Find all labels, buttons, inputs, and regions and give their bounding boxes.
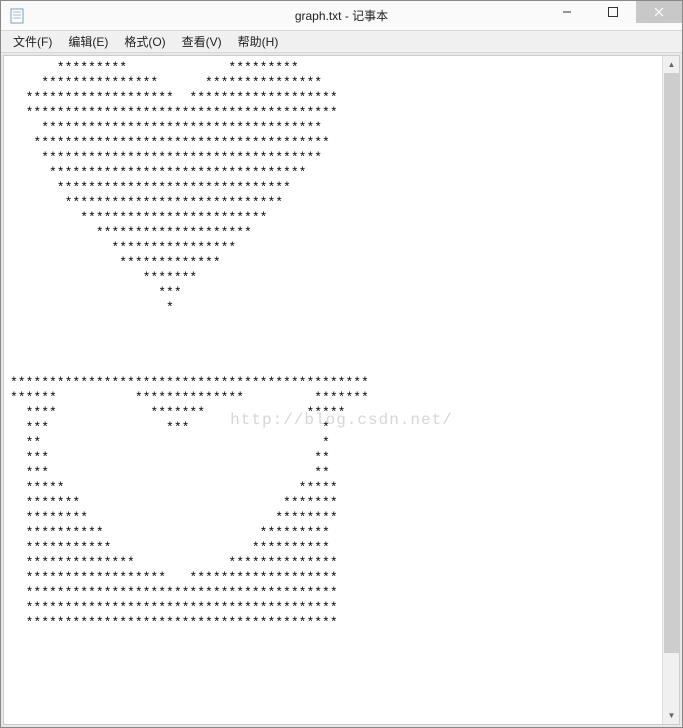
menu-format[interactable]: 格式(O)	[116, 31, 173, 52]
scroll-thumb[interactable]	[664, 73, 679, 653]
minimize-button[interactable]	[544, 1, 590, 23]
menu-edit[interactable]: 编辑(E)	[60, 31, 116, 52]
editor-area: ********* ********* *************** ****…	[3, 55, 680, 725]
scroll-down-icon[interactable]: ▼	[663, 707, 680, 724]
menubar: 文件(F) 编辑(E) 格式(O) 查看(V) 帮助(H)	[1, 31, 682, 53]
scroll-up-icon[interactable]: ▲	[663, 56, 680, 73]
window-controls	[544, 1, 682, 23]
menu-file[interactable]: 文件(F)	[5, 31, 60, 52]
notepad-icon	[9, 8, 25, 24]
menu-help[interactable]: 帮助(H)	[230, 31, 287, 52]
close-button[interactable]	[636, 1, 682, 23]
window-title: graph.txt - 记事本	[295, 7, 388, 24]
titlebar: graph.txt - 记事本	[1, 1, 682, 31]
vertical-scrollbar[interactable]: ▲ ▼	[662, 56, 679, 724]
text-content[interactable]: ********* ********* *************** ****…	[4, 56, 662, 724]
menu-view[interactable]: 查看(V)	[174, 31, 230, 52]
maximize-button[interactable]	[590, 1, 636, 23]
